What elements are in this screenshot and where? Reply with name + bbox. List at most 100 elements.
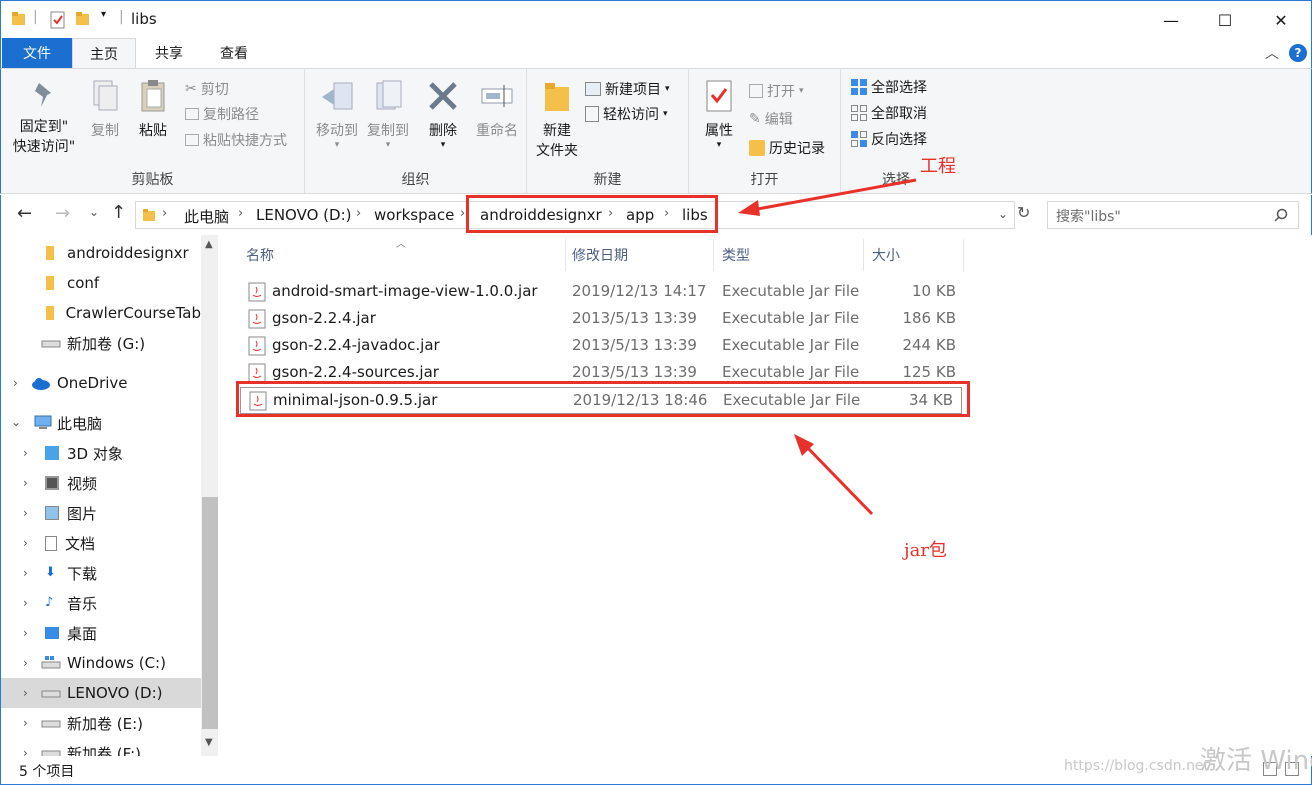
minimize-button[interactable]: — [1143,1,1199,39]
dropdown-arrow-icon: ▾ [440,140,446,150]
tab-view[interactable]: 查看 [201,38,267,68]
nav-item-music[interactable]: ♪ 音乐 [1,588,201,618]
column-header-size[interactable]: 大小 [864,239,964,271]
collapse-ribbon-icon[interactable]: ︿ [1265,43,1279,63]
nav-item-drive-e[interactable]: 新加卷 (E:) [1,708,201,738]
nav-item-drive-f[interactable]: 新加卷 (F:) [1,738,201,756]
copy-to-icon [376,80,402,110]
maximize-button[interactable]: ☐ [1197,1,1253,39]
nav-item-label: Windows (C:) [67,654,166,672]
tab-share[interactable]: 共享 [141,38,197,68]
new-item-button[interactable]: 新建项目 ▾ [585,77,670,101]
easy-access-button[interactable]: 轻松访问 ▾ [585,102,668,126]
file-row[interactable]: gson-2.2.4.jar 2013/5/13 13:39 Executabl… [240,306,970,333]
forward-arrow-icon[interactable]: → [55,203,70,224]
tab-home[interactable]: 主页 [72,38,136,68]
scroll-down-arrow-icon[interactable]: ▼ [205,737,213,748]
new-folder-button[interactable]: 新建 文件夹 [531,75,583,161]
customize-quick-access-icon[interactable]: ▾ [101,9,106,20]
recent-locations-chevron-icon[interactable]: ⌄ [89,205,99,219]
pin-quick-access-button[interactable]: 固定到" 快速访问" [9,75,79,157]
column-header-name[interactable]: 名称 [238,239,566,271]
nav-item-lenovo-d[interactable]: LENOVO (D:) [1,678,201,708]
nav-item-this-pc[interactable]: 此电脑 [1,408,201,438]
invert-selection-button[interactable]: 反向选择 [851,127,927,151]
nav-item-conf[interactable]: conf [1,268,201,298]
breadcrumb-chevron-icon[interactable]: › [238,206,243,221]
nav-item-crawlercoursetab[interactable]: CrawlerCourseTab [1,298,201,328]
breadcrumb-lenovo-d[interactable]: LENOVO (D:) [256,206,351,224]
up-arrow-icon[interactable]: ↑ [111,202,126,223]
search-input[interactable]: 搜索"libs" [1047,201,1299,229]
nav-item-windows-c[interactable]: Windows (C:) [1,648,201,678]
refresh-icon[interactable]: ↻ [1017,203,1030,222]
breadcrumb-workspace[interactable]: workspace [374,206,454,224]
expand-chevron-icon[interactable]: › [23,686,28,700]
folder-icon[interactable] [11,11,27,27]
rename-button[interactable]: 重命名 [469,75,525,141]
nav-item-downloads[interactable]: ⬇ 下载 [1,558,201,588]
help-icon[interactable]: ? [1289,44,1307,62]
open-button[interactable]: 打开 ▾ [749,79,804,103]
copy-to-button[interactable]: 复制到 ▾ [363,75,413,150]
nav-item-onedrive[interactable]: OneDrive [1,368,201,398]
close-button[interactable]: ✕ [1253,1,1309,39]
copy-button[interactable]: 复制 [85,75,125,141]
breadcrumb-chevron-icon[interactable]: › [356,206,361,221]
breadcrumb-chevron-icon[interactable]: › [460,206,465,221]
delete-label: 删除 [429,123,457,139]
properties-icon[interactable] [49,11,67,29]
paste-shortcut-button[interactable]: 粘贴快捷方式 [185,128,287,152]
nav-item-videos[interactable]: 视频 [1,468,201,498]
file-type: Executable Jar File [722,282,860,300]
nav-scrollbar-thumb[interactable] [202,497,218,729]
activation-watermark: 激活 Wind [1200,746,1312,776]
delete-button[interactable]: 删除 ▾ [423,75,463,150]
breadcrumb-chevron-icon[interactable]: › [162,206,167,221]
file-name: gson-2.2.4.jar [272,309,376,327]
select-all-label: 全部选择 [871,80,927,96]
cut-button[interactable]: ✂ 剪切 [185,77,229,101]
file-row[interactable]: android-smart-image-view-1.0.0.jar 2019/… [240,279,970,306]
ribbon: 固定到" 快速访问" 复制 粘贴 ✂ 剪切 复制路径 粘贴快捷方式 剪贴板 移动到… [0,68,1312,194]
nav-item-label: 3D 对象 [67,444,123,463]
file-date: 2013/5/13 13:39 [572,309,697,327]
breadcrumb-this-pc[interactable]: 此电脑 [184,206,229,227]
dropdown-arrow-icon: ▾ [665,84,670,94]
file-highlight-box [236,381,970,417]
address-history-chevron-icon[interactable]: ⌄ [998,207,1008,221]
dropdown-arrow-icon: ▾ [334,140,340,150]
nav-item-androiddesignxr[interactable]: androiddesignxr [1,238,201,268]
nav-item-desktop[interactable]: 桌面 [1,618,201,648]
tab-file[interactable]: 文件 [2,38,72,68]
scroll-up-arrow-icon[interactable]: ▲ [205,239,213,250]
paste-button[interactable]: 粘贴 [133,75,173,141]
new-item-label: 新建项目 [605,82,661,98]
nav-item-label: OneDrive [57,374,128,392]
edit-button[interactable]: ✎ 编辑 [749,107,793,131]
folder-icon [143,209,155,221]
column-header-date[interactable]: 修改日期 [564,239,714,271]
nav-item-label: 音乐 [67,594,98,613]
nav-item-3d-objects[interactable]: 3D 对象 [1,438,201,468]
video-icon [45,476,59,490]
column-header-type[interactable]: 类型 [714,239,864,271]
new-folder-icon[interactable] [75,11,91,27]
file-row[interactable]: gson-2.2.4-javadoc.jar 2013/5/13 13:39 E… [240,333,970,360]
file-type: Executable Jar File [722,309,860,327]
nav-item-label: 图片 [67,504,98,523]
nav-item-drive-g[interactable]: 新加卷 (G:) [1,328,201,358]
file-type: Executable Jar File [722,363,860,381]
properties-button[interactable]: 属性 ▾ [697,75,741,150]
nav-item-documents[interactable]: 文档 [1,528,201,558]
history-button[interactable]: 历史记录 [749,136,825,160]
organize-group: 移动到 ▾ 复制到 ▾ 删除 ▾ 重命名 组织 [305,69,527,193]
copy-path-button[interactable]: 复制路径 [185,102,259,126]
back-arrow-icon[interactable]: ← [17,203,32,224]
invert-selection-icon [851,131,867,147]
nav-item-label: 新加卷 (F:) [67,744,141,757]
select-all-button[interactable]: 全部选择 [851,75,927,99]
move-to-button[interactable]: 移动到 ▾ [311,75,363,150]
select-none-button[interactable]: 全部取消 [851,101,927,125]
nav-item-pictures[interactable]: 图片 [1,498,201,528]
